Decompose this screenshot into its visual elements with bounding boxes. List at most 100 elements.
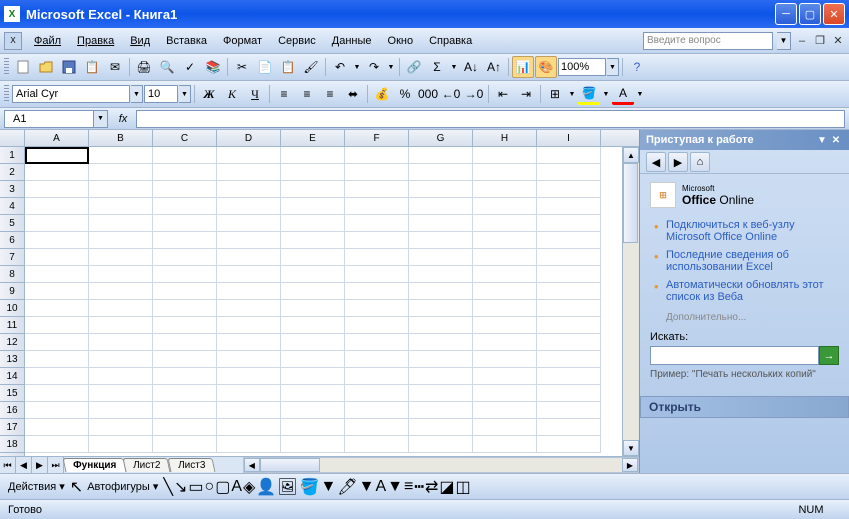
cell[interactable] xyxy=(89,385,153,402)
sheet-tab-2[interactable]: Лист2 xyxy=(123,458,171,472)
sheet-tab-3[interactable]: Лист3 xyxy=(167,458,215,472)
percent-button[interactable]: % xyxy=(394,83,416,105)
cell[interactable] xyxy=(473,317,537,334)
cell[interactable] xyxy=(25,266,89,283)
doc-close-button[interactable]: ✕ xyxy=(831,34,845,48)
menu-file[interactable]: Файл xyxy=(26,32,69,50)
cell[interactable] xyxy=(217,368,281,385)
cell[interactable] xyxy=(153,368,217,385)
cell[interactable] xyxy=(25,317,89,334)
clipart-button[interactable]: 👤 xyxy=(256,477,276,497)
scroll-right-button[interactable]: ▶ xyxy=(622,458,638,472)
textbox-button[interactable]: ▢ xyxy=(215,477,230,497)
print-preview-button[interactable]: 🔍 xyxy=(156,56,178,78)
cell[interactable] xyxy=(537,351,601,368)
cell[interactable] xyxy=(217,147,281,164)
cell[interactable] xyxy=(409,249,473,266)
cell[interactable] xyxy=(217,334,281,351)
toolbar-grip[interactable] xyxy=(4,58,9,76)
format-painter-button[interactable]: 🖌 xyxy=(300,56,322,78)
undo-dropdown[interactable]: ▼ xyxy=(352,56,362,78)
cell[interactable] xyxy=(281,266,345,283)
cell[interactable] xyxy=(25,334,89,351)
italic-button[interactable]: К xyxy=(221,83,243,105)
cell[interactable] xyxy=(153,181,217,198)
currency-button[interactable]: 💰 xyxy=(371,83,393,105)
align-left-button[interactable]: ≡ xyxy=(273,83,295,105)
row-header[interactable]: 7 xyxy=(0,249,24,266)
cell[interactable] xyxy=(345,249,409,266)
cell[interactable] xyxy=(345,385,409,402)
cell[interactable] xyxy=(89,351,153,368)
cell[interactable] xyxy=(345,436,409,453)
cell[interactable] xyxy=(25,232,89,249)
column-header[interactable]: D xyxy=(217,130,281,146)
cell[interactable] xyxy=(409,300,473,317)
cell[interactable] xyxy=(409,385,473,402)
actions-menu[interactable]: Действия ▾ xyxy=(5,480,68,493)
row-header[interactable]: 14 xyxy=(0,368,24,385)
cell[interactable] xyxy=(281,402,345,419)
menu-insert[interactable]: Вставка xyxy=(158,32,215,50)
cell[interactable] xyxy=(345,419,409,436)
doc-minimize-button[interactable]: – xyxy=(795,34,809,48)
increase-decimal-button[interactable]: ←0 xyxy=(440,83,462,105)
row-header[interactable]: 12 xyxy=(0,334,24,351)
cell[interactable] xyxy=(537,147,601,164)
fill-color-dropdown[interactable]: ▼ xyxy=(601,83,611,105)
cell[interactable] xyxy=(409,215,473,232)
cell[interactable] xyxy=(345,317,409,334)
sort-asc-button[interactable]: A↓ xyxy=(460,56,482,78)
cell[interactable] xyxy=(473,283,537,300)
cell[interactable] xyxy=(217,266,281,283)
cell[interactable] xyxy=(473,181,537,198)
cell[interactable] xyxy=(25,368,89,385)
font-color-button[interactable]: A xyxy=(612,83,634,105)
scroll-down-button[interactable]: ▼ xyxy=(623,440,639,456)
menu-window[interactable]: Окно xyxy=(380,32,422,50)
align-right-button[interactable]: ≡ xyxy=(319,83,341,105)
cell[interactable] xyxy=(25,164,89,181)
cell[interactable] xyxy=(409,198,473,215)
scroll-thumb[interactable] xyxy=(260,458,320,472)
hyperlink-button[interactable]: 🔗 xyxy=(403,56,425,78)
drawing-button[interactable]: 🎨 xyxy=(535,56,557,78)
name-box-dropdown[interactable]: ▼ xyxy=(94,110,108,128)
research-button[interactable]: 📚 xyxy=(202,56,224,78)
task-pane-dropdown[interactable]: ▼ xyxy=(815,133,829,147)
cell[interactable] xyxy=(89,147,153,164)
cell[interactable] xyxy=(537,198,601,215)
tab-last-button[interactable]: ⏭ xyxy=(48,457,64,473)
minimize-button[interactable]: ─ xyxy=(775,3,797,25)
cell[interactable] xyxy=(409,317,473,334)
scroll-thumb[interactable] xyxy=(623,163,638,243)
cell[interactable] xyxy=(89,402,153,419)
name-box[interactable]: A1 xyxy=(4,110,94,128)
cell[interactable] xyxy=(345,215,409,232)
cell[interactable] xyxy=(153,402,217,419)
borders-button[interactable]: ⊞ xyxy=(544,83,566,105)
cell[interactable] xyxy=(537,249,601,266)
cell[interactable] xyxy=(537,334,601,351)
row-header[interactable]: 8 xyxy=(0,266,24,283)
cell[interactable] xyxy=(473,402,537,419)
font-name-input[interactable] xyxy=(12,85,130,103)
oval-button[interactable]: ○ xyxy=(205,478,215,496)
cell[interactable] xyxy=(89,232,153,249)
cell[interactable] xyxy=(153,317,217,334)
cell[interactable] xyxy=(25,351,89,368)
cell[interactable] xyxy=(89,249,153,266)
cell[interactable] xyxy=(473,419,537,436)
comma-button[interactable]: 000 xyxy=(417,83,439,105)
cell[interactable] xyxy=(409,351,473,368)
diagram-button[interactable]: ◈ xyxy=(243,477,255,497)
line-color-button[interactable]: 🖊 xyxy=(337,477,357,497)
autosum-button[interactable]: Σ xyxy=(426,56,448,78)
cell[interactable] xyxy=(409,436,473,453)
bold-button[interactable]: Ж xyxy=(198,83,220,105)
row-header[interactable]: 6 xyxy=(0,232,24,249)
cell[interactable] xyxy=(537,266,601,283)
cell[interactable] xyxy=(281,232,345,249)
cell[interactable] xyxy=(409,266,473,283)
cell[interactable] xyxy=(153,249,217,266)
